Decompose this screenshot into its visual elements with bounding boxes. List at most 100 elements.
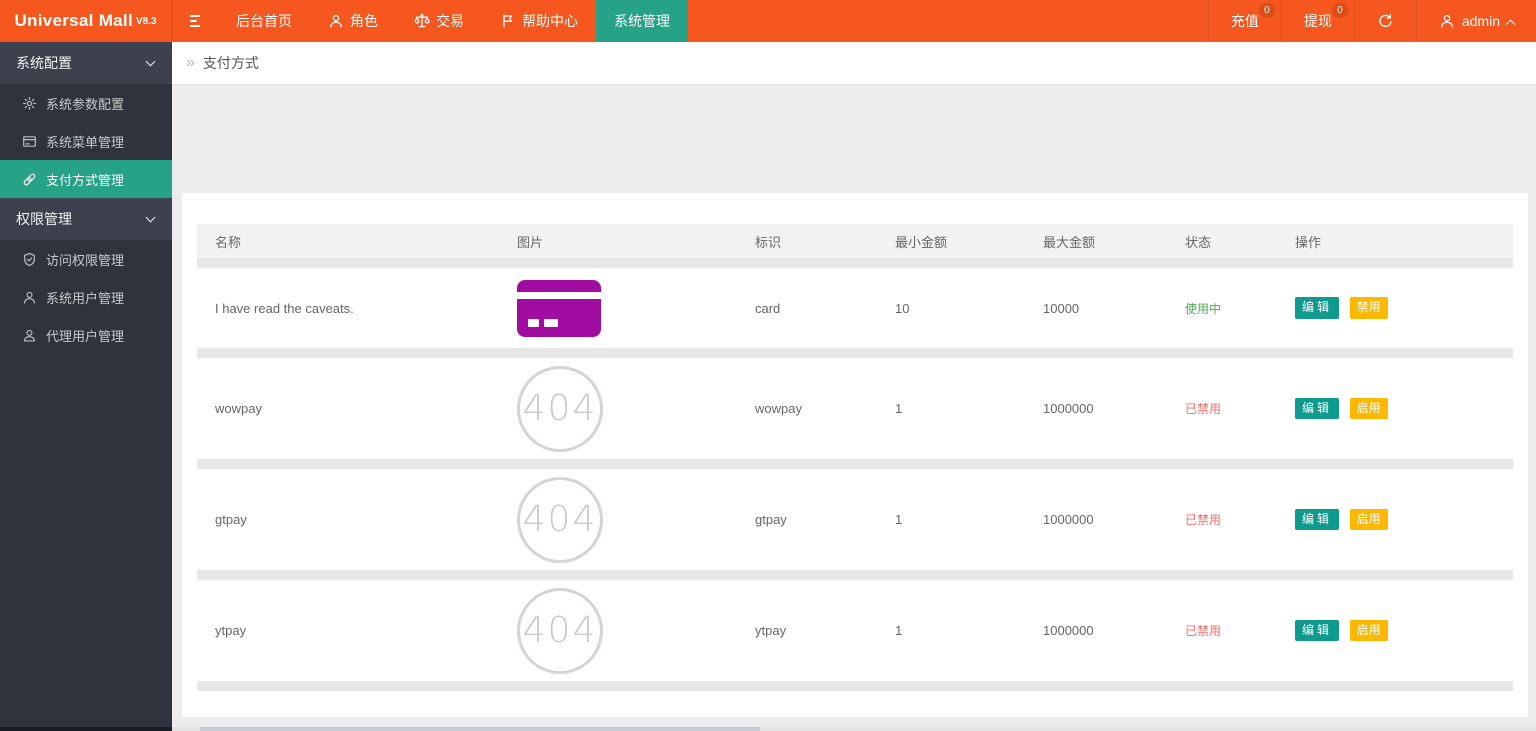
nav-item-system[interactable]: 系统管理 [596, 0, 688, 42]
link-icon [23, 173, 36, 185]
nav-roles-label: 角色 [350, 13, 378, 29]
col-header-image: 图片 [517, 234, 544, 250]
sidebar-item-system-users[interactable]: 系统用户管理 [0, 278, 172, 316]
table-body: I have read the caveats. card 10 10000 使… [197, 258, 1513, 691]
brand-version: V8.3 [135, 15, 157, 27]
table-row: ytpay 404 ytpay 1 1000000 已禁用 编辑 启用 [197, 580, 1513, 681]
admin-app: Universal Mall V8.3 后台首页 角色 交易 帮助中心 系统管理 … [0, 0, 1536, 731]
row-separator [197, 258, 1513, 268]
payment-name: ytpay [215, 623, 247, 638]
section-label: 系统配置 [16, 55, 72, 71]
refresh-icon [1379, 13, 1392, 27]
payment-max-amount: 1000000 [1043, 512, 1094, 527]
actions-cell: 编辑 启用 [1277, 619, 1513, 642]
status-cell: 已禁用 [1167, 511, 1277, 528]
missing-image-404: 404 [517, 476, 603, 563]
table-row: I have read the caveats. card 10 10000 使… [197, 268, 1513, 348]
status-text: 使用中 [1185, 301, 1222, 316]
col-header-name: 名称 [215, 234, 242, 250]
image-cell: 404 [499, 587, 737, 674]
brand-logo[interactable]: Universal Mall V8.3 [0, 0, 172, 42]
sidebar-toggle-button[interactable] [172, 0, 218, 42]
scrollbar-thumb[interactable] [200, 727, 760, 731]
topbar: Universal Mall V8.3 后台首页 角色 交易 帮助中心 系统管理 … [0, 0, 1536, 42]
toggle-enable-button[interactable]: 禁用 [1349, 297, 1388, 319]
status-cell: 使用中 [1167, 300, 1277, 317]
sidebar-item-label: 支付方式管理 [46, 172, 125, 188]
payment-methods-card: 名称 图片 标识 最小金额 最大金额 状态 操作 I have read the… [182, 193, 1528, 717]
nav-item-help[interactable]: 帮助中心 [482, 0, 596, 42]
sidebar-section-permissions[interactable]: 权限管理 [0, 198, 172, 240]
missing-image-404: 404 [517, 587, 603, 674]
row-separator [197, 570, 1513, 580]
scrollbar-track[interactable] [172, 727, 1536, 731]
withdraw-button[interactable]: 提现 0 [1280, 0, 1354, 42]
nav-system-label: 系统管理 [614, 13, 670, 29]
withdraw-badge: 0 [1331, 3, 1348, 18]
sidebar-section-system-config[interactable]: 系统配置 [0, 42, 172, 84]
status-text: 已禁用 [1185, 624, 1222, 638]
user-name: admin [1461, 13, 1500, 29]
edit-button[interactable]: 编辑 [1295, 619, 1340, 642]
payment-ident: wowpay [755, 401, 802, 416]
section-label: 权限管理 [16, 211, 72, 227]
sidebar: 系统配置 系统参数配置 系统菜单管理 支付方式管理 权限管理 访问权限管理 系统… [0, 42, 172, 727]
payment-min-amount: 1 [895, 401, 903, 416]
table-row: wowpay 404 wowpay 1 1000000 已禁用 编辑 启用 [197, 358, 1513, 459]
sidebar-item-label: 代理用户管理 [46, 328, 125, 344]
col-header-actions: 操作 [1295, 234, 1322, 250]
col-header-status: 状态 [1185, 234, 1212, 250]
image-cell [499, 279, 737, 337]
brand-name: Universal Mall [14, 11, 133, 30]
toggle-enable-button[interactable]: 启用 [1349, 619, 1388, 642]
payment-ident: gtpay [755, 512, 787, 527]
sidebar-item-access-permissions[interactable]: 访问权限管理 [0, 240, 172, 278]
nav-item-roles[interactable]: 角色 [310, 0, 396, 42]
sidebar-item-system-params[interactable]: 系统参数配置 [0, 84, 172, 122]
payment-max-amount: 10000 [1043, 300, 1080, 316]
payment-min-amount: 1 [895, 623, 903, 638]
sidebar-item-system-menu[interactable]: 系统菜单管理 [0, 122, 172, 160]
nav-trade-label: 交易 [436, 13, 464, 29]
status-cell: 已禁用 [1167, 622, 1277, 639]
bank-card-icon [517, 279, 601, 337]
horizontal-scrollbar [0, 727, 1536, 731]
sidebar-item-agent-users[interactable]: 代理用户管理 [0, 316, 172, 354]
shield-check-icon [24, 252, 35, 266]
chevron-down-icon [145, 212, 156, 223]
gear-icon [22, 96, 37, 110]
toggle-enable-button[interactable]: 启用 [1349, 397, 1388, 420]
sidebar-item-payment-methods[interactable]: 支付方式管理 [0, 160, 172, 198]
nav-item-trade[interactable]: 交易 [396, 0, 482, 42]
col-header-min: 最小金额 [895, 234, 948, 250]
actions-cell: 编辑 启用 [1277, 397, 1513, 420]
col-header-max: 最大金额 [1043, 234, 1096, 250]
actions-cell: 编辑 禁用 [1277, 297, 1513, 319]
window-icon [23, 135, 36, 147]
user-menu[interactable]: admin [1415, 0, 1536, 42]
sidebar-item-label: 系统参数配置 [46, 96, 125, 112]
breadcrumb: » 支付方式 [172, 42, 1536, 85]
edit-button[interactable]: 编辑 [1295, 397, 1340, 420]
refresh-button[interactable] [1353, 0, 1416, 42]
payment-max-amount: 1000000 [1043, 623, 1094, 638]
sidebar-item-label: 系统用户管理 [46, 290, 125, 306]
nav-home-label: 后台首页 [236, 13, 292, 29]
breadcrumb-caret-icon: » [186, 54, 195, 71]
status-text: 已禁用 [1185, 513, 1222, 527]
chevron-up-icon [1505, 18, 1516, 29]
edit-button[interactable]: 编辑 [1295, 297, 1340, 319]
topbar-right: 充值 0 提现 0 admin [1207, 0, 1536, 42]
edit-button[interactable]: 编辑 [1295, 508, 1340, 531]
withdraw-label: 提现 [1303, 13, 1332, 29]
payment-name: wowpay [215, 401, 262, 416]
flag-icon [503, 14, 513, 28]
toggle-enable-button[interactable]: 启用 [1349, 508, 1388, 531]
nav-item-home[interactable]: 后台首页 [218, 0, 310, 42]
row-separator [197, 681, 1513, 691]
person-icon [1441, 14, 1453, 28]
image-cell: 404 [499, 476, 737, 563]
recharge-label: 充值 [1230, 13, 1259, 29]
recharge-button[interactable]: 充值 0 [1207, 0, 1281, 42]
